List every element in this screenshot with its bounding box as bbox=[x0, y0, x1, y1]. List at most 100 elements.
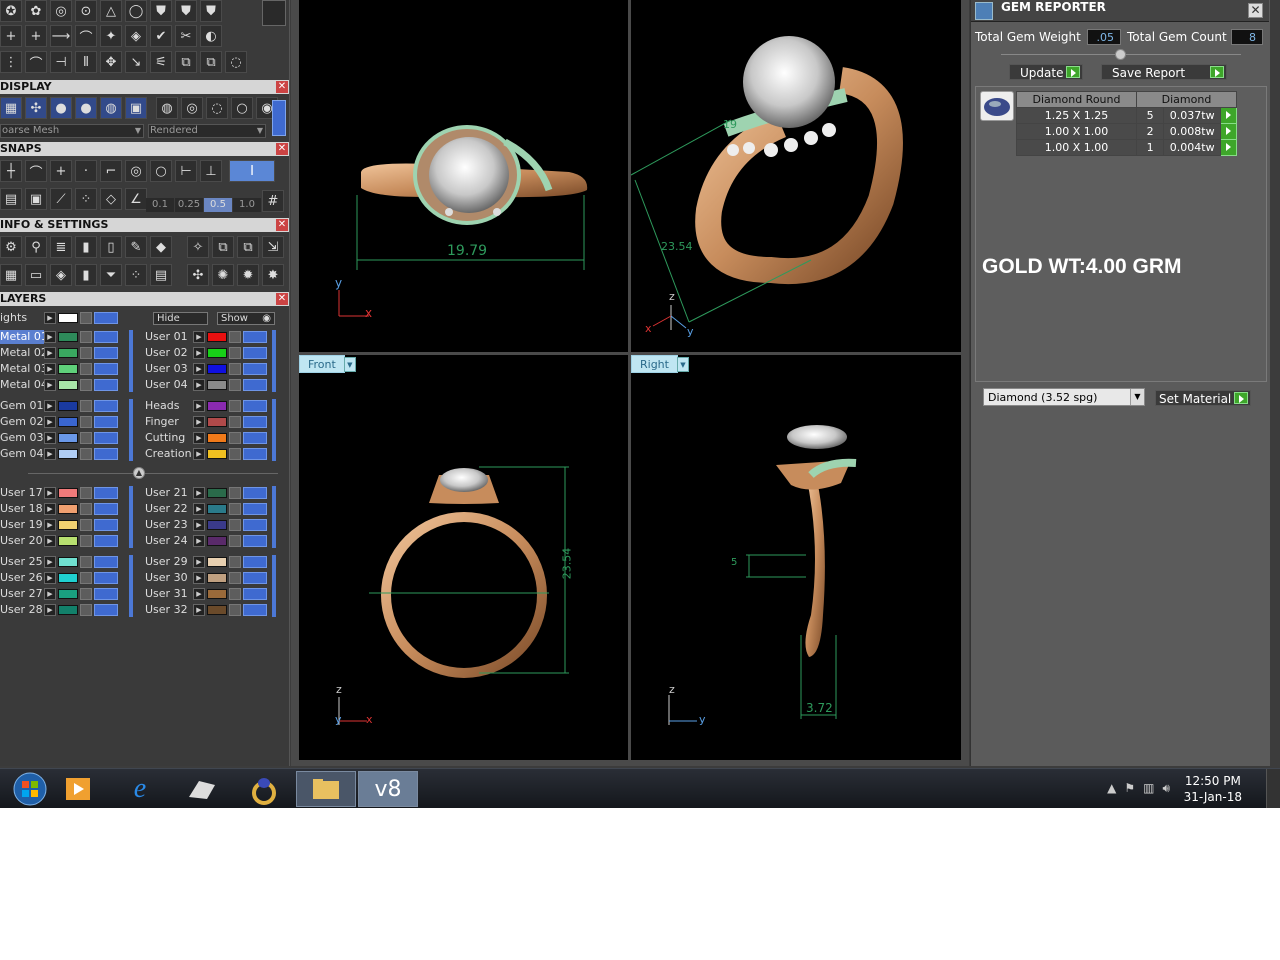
visibility-toggle[interactable] bbox=[94, 519, 118, 531]
visibility-toggle[interactable] bbox=[94, 556, 118, 568]
expand-arrow-icon[interactable]: ▶ bbox=[44, 347, 56, 359]
show-all-button[interactable]: Show ◉ bbox=[217, 312, 275, 325]
lock-icon[interactable] bbox=[229, 363, 241, 375]
snap-center-icon[interactable]: ◎ bbox=[125, 160, 147, 182]
layer-color-swatch[interactable] bbox=[207, 417, 227, 427]
expand-arrow-icon[interactable]: ▶ bbox=[193, 432, 205, 444]
layer-color-swatch[interactable] bbox=[207, 332, 227, 342]
expand-arrow-icon[interactable]: ▶ bbox=[44, 363, 56, 375]
layer-color-swatch[interactable] bbox=[207, 401, 227, 411]
lock-icon[interactable] bbox=[80, 312, 92, 324]
tool-icon[interactable]: ⧉ bbox=[175, 51, 197, 73]
expand-arrow-icon[interactable]: ▶ bbox=[193, 400, 205, 412]
panel-mini-button[interactable] bbox=[262, 0, 286, 26]
expand-arrow-icon[interactable]: ▶ bbox=[193, 379, 205, 391]
mesh-detail-icon[interactable]: ◌ bbox=[206, 97, 228, 119]
show-hidden-icons-icon[interactable]: ▲ bbox=[1107, 781, 1116, 796]
lock-icon[interactable] bbox=[229, 556, 241, 568]
lights-layer-row[interactable]: ights ▶ bbox=[0, 311, 118, 325]
visibility-toggle[interactable] bbox=[94, 331, 118, 343]
expand-arrow-icon[interactable]: ▶ bbox=[44, 519, 56, 531]
layer-row[interactable]: Gem 04 ▶ bbox=[0, 447, 118, 461]
layer-color-swatch[interactable] bbox=[207, 573, 227, 583]
visibility-toggle[interactable] bbox=[243, 331, 267, 343]
layer-color-swatch[interactable] bbox=[58, 348, 78, 358]
layer-row[interactable]: User 26 ▶ bbox=[0, 571, 118, 585]
visibility-toggle[interactable] bbox=[243, 487, 267, 499]
lock-icon[interactable] bbox=[80, 556, 92, 568]
lock-icon[interactable] bbox=[229, 432, 241, 444]
lock-icon[interactable] bbox=[229, 331, 241, 343]
tool-icon[interactable]: ◎ bbox=[50, 0, 72, 22]
layer-row[interactable]: User 18 ▶ bbox=[0, 502, 118, 516]
layer-color-swatch[interactable] bbox=[207, 488, 227, 498]
layer-color-swatch[interactable] bbox=[58, 380, 78, 390]
taskbar-media-player[interactable] bbox=[48, 771, 108, 807]
layer-color-swatch[interactable] bbox=[207, 449, 227, 459]
layer-color-swatch[interactable] bbox=[58, 488, 78, 498]
lock-icon[interactable] bbox=[80, 519, 92, 531]
layer-group-scrollbar[interactable] bbox=[272, 330, 276, 392]
expand-arrow-icon[interactable]: ▶ bbox=[193, 572, 205, 584]
layer-row[interactable]: Finger ▶ bbox=[143, 415, 267, 429]
layer-color-swatch[interactable] bbox=[58, 449, 78, 459]
rotate-icon[interactable]: ✺ bbox=[212, 264, 234, 286]
search-icon[interactable]: ⚲ bbox=[25, 236, 47, 258]
expand-arrow-icon[interactable]: ▶ bbox=[193, 487, 205, 499]
taskbar-internet-explorer[interactable]: e bbox=[110, 771, 170, 807]
tool-icon[interactable]: ↘ bbox=[125, 51, 147, 73]
cube-icon[interactable]: ◈ bbox=[50, 264, 72, 286]
chevron-down-icon[interactable]: ▼ bbox=[1130, 389, 1144, 405]
front-view-viewport[interactable]: Front ▼ 23.54 z y x bbox=[299, 355, 628, 760]
lock-icon[interactable] bbox=[229, 503, 241, 515]
paste-icon[interactable]: ⧉ bbox=[237, 236, 259, 258]
snap-value-0[interactable]: 0.1 bbox=[146, 198, 174, 212]
expand-arrow-icon[interactable]: ▶ bbox=[44, 535, 56, 547]
grid-icon[interactable]: # bbox=[262, 190, 284, 212]
snap-circle-icon[interactable]: ○ bbox=[150, 160, 172, 182]
layer-row[interactable]: User 30 ▶ bbox=[143, 571, 267, 585]
expand-arrow-icon[interactable]: ▶ bbox=[44, 448, 56, 460]
visibility-toggle[interactable] bbox=[94, 604, 118, 616]
scale-icon[interactable]: ✹ bbox=[237, 264, 259, 286]
edit-pencil-icon[interactable]: ✎ bbox=[125, 236, 147, 258]
save-report-button[interactable]: Save Report bbox=[1101, 64, 1227, 80]
snap-value-2[interactable]: 0.5 bbox=[204, 198, 232, 212]
snap-value-1[interactable]: 0.25 bbox=[175, 198, 203, 212]
visibility-toggle[interactable] bbox=[94, 347, 118, 359]
clock[interactable]: 12:50 PM 31-Jan-18 bbox=[1184, 773, 1242, 805]
display-section-header[interactable]: DISPLAY ✕ bbox=[0, 80, 289, 94]
expand-arrow-icon[interactable]: ▶ bbox=[193, 503, 205, 515]
lock-icon[interactable] bbox=[229, 572, 241, 584]
tool-icon[interactable]: ◌ bbox=[225, 51, 247, 73]
layer-row[interactable]: User 21 ▶ bbox=[143, 486, 267, 500]
visibility-toggle[interactable] bbox=[243, 347, 267, 359]
lock-icon[interactable] bbox=[80, 572, 92, 584]
taskbar-ring-app[interactable] bbox=[234, 771, 294, 807]
grid-display-icon[interactable]: ▣ bbox=[125, 97, 147, 119]
action-center-flag-icon[interactable]: ⚑ bbox=[1124, 781, 1135, 796]
copy-icon[interactable]: ⧉ bbox=[212, 236, 234, 258]
mesh-sphere-icon[interactable]: ◍ bbox=[156, 97, 178, 119]
export-icon[interactable]: ⇲ bbox=[262, 236, 284, 258]
close-icon[interactable]: ✕ bbox=[1248, 3, 1263, 18]
layer-group-scrollbar[interactable] bbox=[272, 399, 276, 461]
material-cube-icon[interactable]: ◆ bbox=[150, 236, 172, 258]
update-button[interactable]: Update bbox=[1009, 64, 1083, 80]
wireframe-icon[interactable]: ▦ bbox=[0, 97, 22, 119]
visibility-toggle[interactable] bbox=[243, 572, 267, 584]
visibility-toggle[interactable] bbox=[243, 416, 267, 428]
layer-row[interactable]: User 04 ▶ bbox=[143, 378, 267, 392]
layer-row[interactable]: User 24 ▶ bbox=[143, 534, 267, 548]
lock-icon[interactable] bbox=[80, 604, 92, 616]
chevron-down-icon[interactable]: ▼ bbox=[343, 357, 356, 372]
book-icon[interactable]: ▮ bbox=[75, 264, 97, 286]
layer-row[interactable]: User 20 ▶ bbox=[0, 534, 118, 548]
layer-group-scrollbar[interactable] bbox=[272, 555, 276, 617]
volume-icon[interactable]: 🔊︎ bbox=[1162, 781, 1170, 796]
play-icon[interactable] bbox=[1220, 123, 1237, 140]
visibility-toggle[interactable] bbox=[243, 503, 267, 515]
expand-arrow-icon[interactable]: ▶ bbox=[44, 556, 56, 568]
divider-handle[interactable]: ▲ bbox=[133, 467, 145, 479]
show-desktop-button[interactable] bbox=[1266, 769, 1280, 808]
